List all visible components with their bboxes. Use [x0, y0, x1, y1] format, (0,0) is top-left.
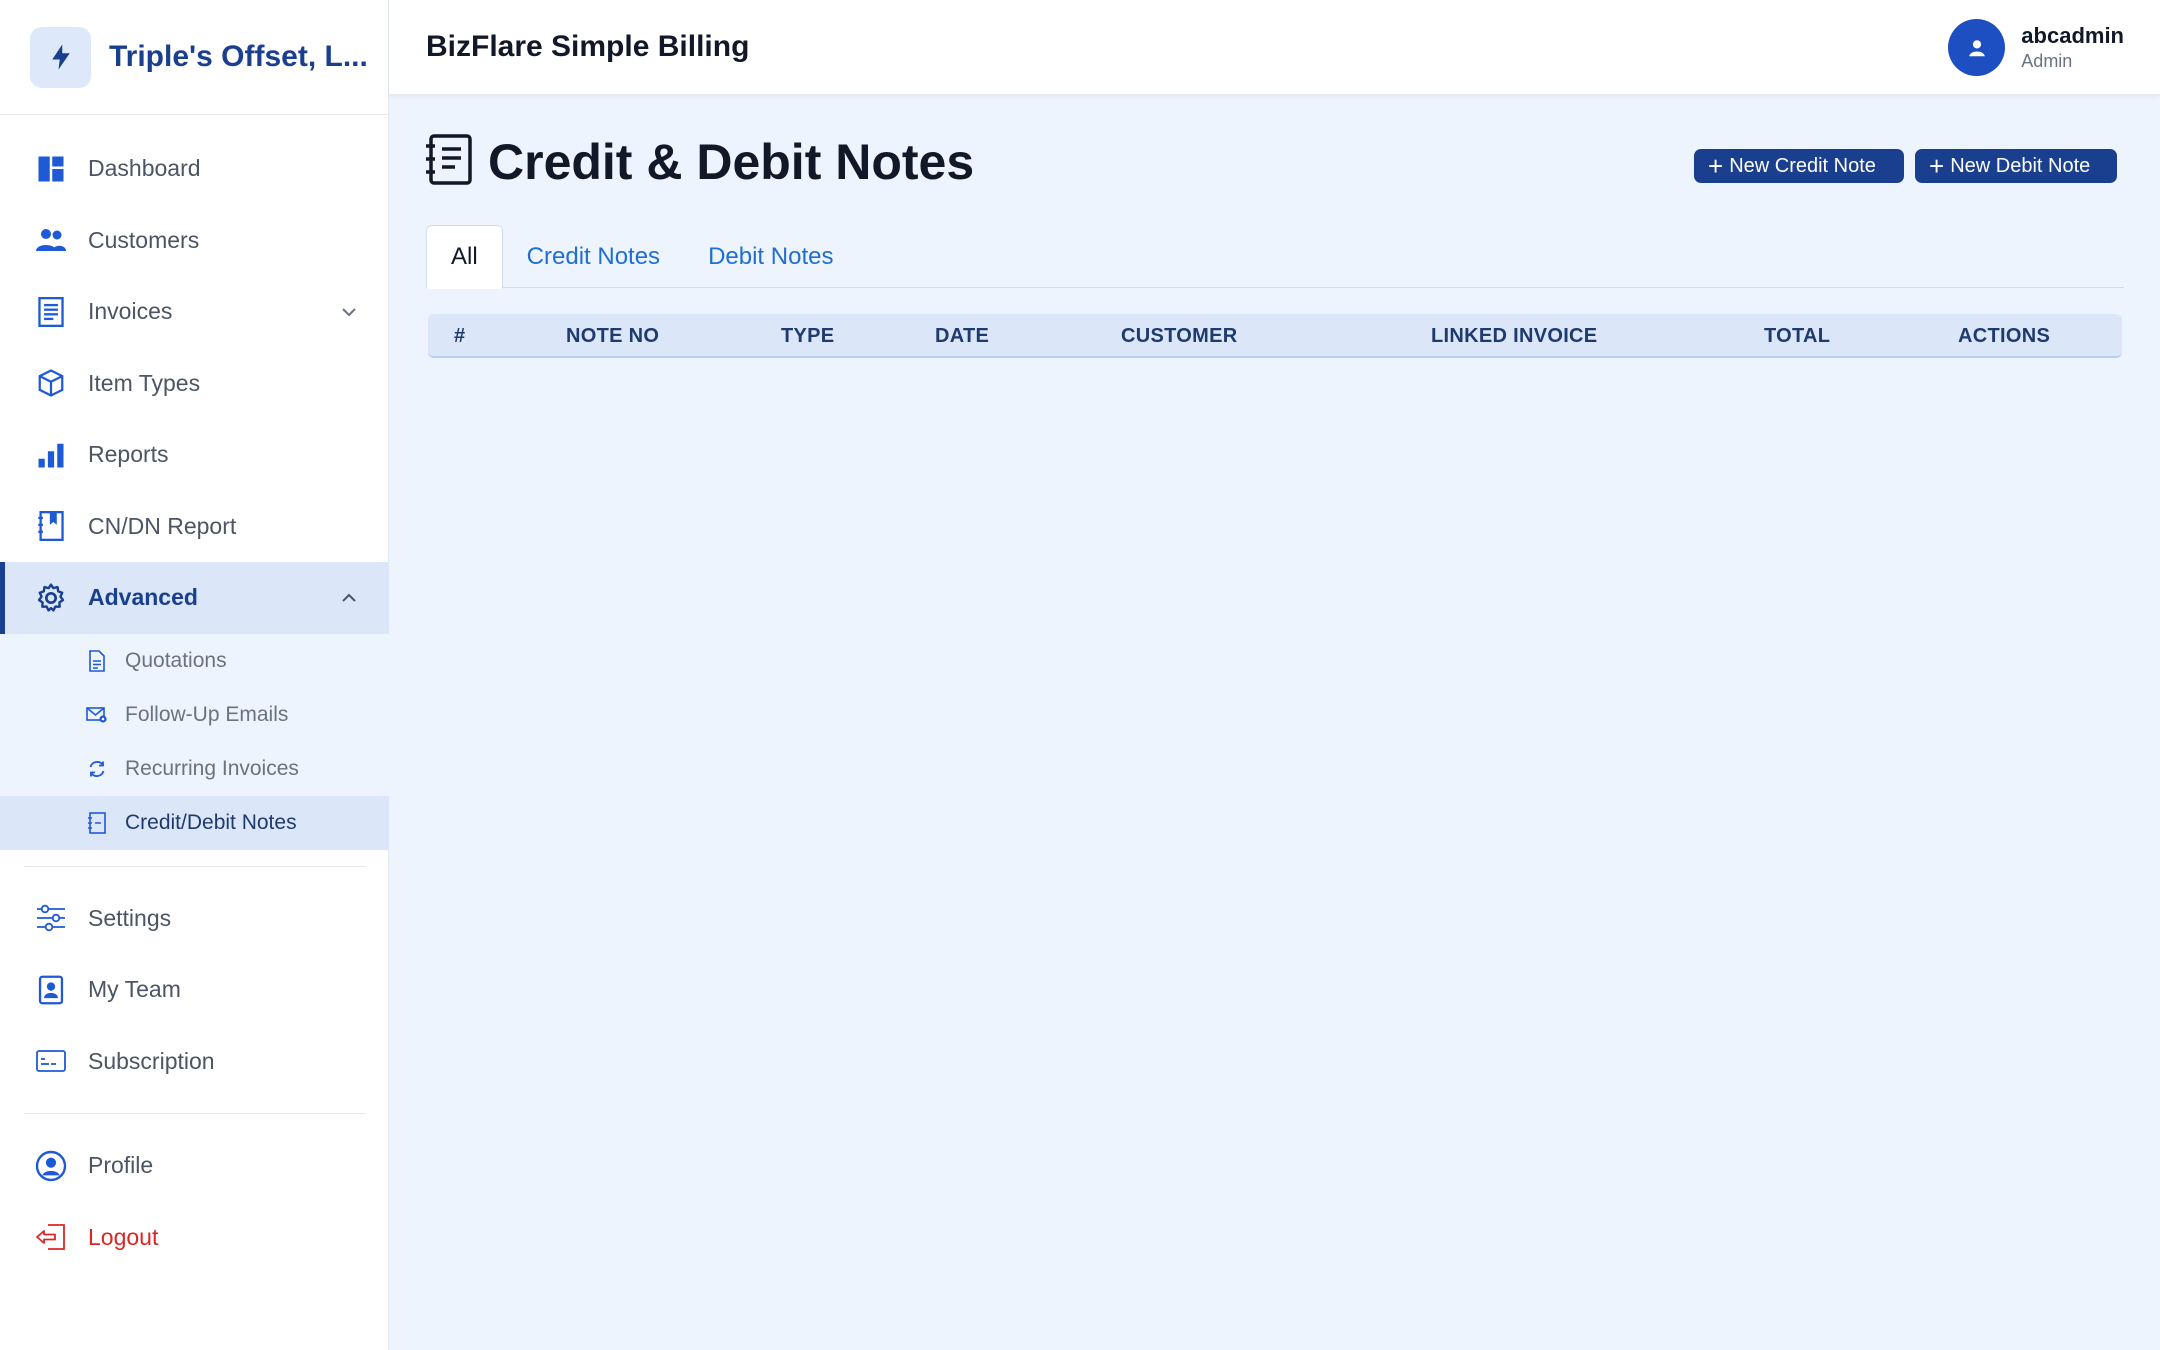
sidebar-item-subscription[interactable]: Subscription — [0, 1026, 389, 1098]
user-menu[interactable]: abcadmin Admin — [1948, 19, 2124, 76]
sidebar-subitem-recurring-invoices[interactable]: Recurring Invoices — [0, 742, 389, 796]
id-badge-icon — [35, 974, 67, 1006]
notes-icon — [425, 133, 473, 191]
document-icon — [86, 649, 108, 672]
sidebar-item-label: Subscription — [88, 1047, 215, 1074]
sidebar-item-item-types[interactable]: Item Types — [0, 348, 389, 420]
column-header-customer[interactable]: CUSTOMER — [1121, 314, 1237, 358]
lightning-icon — [30, 26, 91, 88]
sidebar-item-label: My Team — [88, 976, 181, 1003]
avatar[interactable] — [1948, 19, 2006, 76]
column-header-linked-invoice[interactable]: LINKED INVOICE — [1431, 314, 1597, 358]
sidebar-item-my-team[interactable]: My Team — [0, 954, 389, 1026]
user-role: Admin — [2021, 51, 2073, 71]
column-header-date[interactable]: DATE — [935, 314, 989, 358]
app-title: BizFlare Simple Billing — [426, 30, 750, 63]
page-title: Credit & Debit Notes — [488, 134, 975, 190]
new-debit-note-label: New Debit Note — [1950, 154, 2091, 177]
brand[interactable]: Triple's Offset, L... — [0, 0, 388, 115]
tab-all[interactable]: All — [426, 225, 503, 289]
sidebar-subitem-follow-up-emails[interactable]: Follow-Up Emails — [0, 688, 389, 742]
email-gear-icon — [86, 704, 108, 726]
sidebar-divider — [24, 865, 365, 867]
column-header-note-no[interactable]: NOTE NO — [566, 314, 659, 358]
sidebar-subitem-credit-debit-notes[interactable]: Credit/Debit Notes — [0, 795, 389, 850]
box-icon — [35, 367, 67, 399]
users-icon — [35, 224, 67, 256]
invoice-icon — [35, 296, 67, 328]
card-icon — [35, 1045, 67, 1077]
sidebar-subitem-quotations[interactable]: Quotations — [0, 634, 389, 688]
sidebar-item-label: Item Types — [88, 369, 201, 396]
sidebar-subitem-label: Follow-Up Emails — [125, 702, 289, 726]
sidebar-item-logout[interactable]: Logout — [0, 1202, 389, 1274]
new-debit-note-button[interactable]: + New Debit Note — [1915, 149, 2117, 183]
top-header: BizFlare Simple Billing abcadmin Admin — [389, 0, 2160, 95]
tab-credit-notes[interactable]: Credit Notes — [503, 225, 684, 288]
sidebar-item-label: Reports — [88, 441, 169, 468]
sidebar-item-reports[interactable]: Reports — [0, 419, 389, 491]
sidebar-item-dashboard[interactable]: Dashboard — [0, 133, 389, 205]
sidebar-item-label: Invoices — [88, 298, 173, 325]
sidebar-item-label: CN/DN Report — [88, 512, 237, 539]
sidebar-item-label: Logout — [88, 1223, 159, 1250]
notes-icon — [86, 811, 108, 834]
sidebar-item-label: Customers — [88, 226, 200, 253]
plus-icon: + — [1708, 151, 1724, 181]
sidebar-item-settings[interactable]: Settings — [0, 883, 389, 955]
sidebar-item-cn-dn-report[interactable]: CN/DN Report — [0, 491, 389, 563]
gear-icon — [35, 582, 67, 614]
new-credit-note-button[interactable]: + New Credit Note — [1694, 149, 1904, 183]
chevron-down-icon — [339, 302, 359, 322]
sidebar-item-label: Dashboard — [88, 155, 201, 182]
dashboard-icon — [35, 153, 67, 185]
notes-table-header: # NOTE NO TYPE DATE CUSTOMER LINKED INVO… — [428, 314, 2122, 358]
page-header: Credit & Debit Notes — [425, 133, 974, 191]
sidebar-item-label: Advanced — [88, 584, 198, 611]
sidebar-subitem-label: Recurring Invoices — [125, 756, 299, 780]
bookmark-book-icon — [35, 510, 67, 542]
sidebar-item-label: Settings — [88, 904, 172, 931]
tab-debit-notes[interactable]: Debit Notes — [684, 225, 857, 288]
new-credit-note-label: New Credit Note — [1729, 154, 1876, 177]
sidebar-item-advanced[interactable]: Advanced — [0, 562, 389, 634]
sidebar: Triple's Offset, L... Dashboard Customer… — [0, 0, 389, 1350]
advanced-submenu: Quotations Follow-Up Emails Recurring In… — [0, 633, 389, 850]
plus-icon: + — [1929, 151, 1945, 181]
sidebar-item-profile[interactable]: Profile — [0, 1130, 389, 1202]
notes-tabs: All Credit Notes Debit Notes — [426, 225, 2124, 289]
sidebar-nav: Dashboard Customers Invoices Item Types — [0, 133, 389, 1273]
sidebar-subitem-label: Credit/Debit Notes — [125, 810, 297, 834]
column-header-index[interactable]: # — [454, 314, 465, 358]
column-header-type[interactable]: TYPE — [781, 314, 834, 358]
user-circle-icon — [35, 1150, 67, 1182]
sliders-icon — [35, 902, 67, 934]
sidebar-item-customers[interactable]: Customers — [0, 205, 389, 277]
bar-chart-icon — [35, 439, 67, 471]
sidebar-item-label: Profile — [88, 1152, 154, 1179]
brand-name: Triple's Offset, L... — [109, 40, 368, 73]
sidebar-item-invoices[interactable]: Invoices — [0, 276, 389, 348]
column-header-actions[interactable]: ACTIONS — [1958, 314, 2050, 358]
logout-icon — [35, 1221, 67, 1253]
column-header-total[interactable]: TOTAL — [1764, 314, 1830, 358]
sidebar-subitem-label: Quotations — [125, 648, 227, 672]
chevron-up-icon — [339, 588, 359, 608]
refresh-icon — [86, 758, 108, 780]
user-name: abcadmin — [2021, 23, 2124, 48]
sidebar-divider — [24, 1113, 365, 1114]
